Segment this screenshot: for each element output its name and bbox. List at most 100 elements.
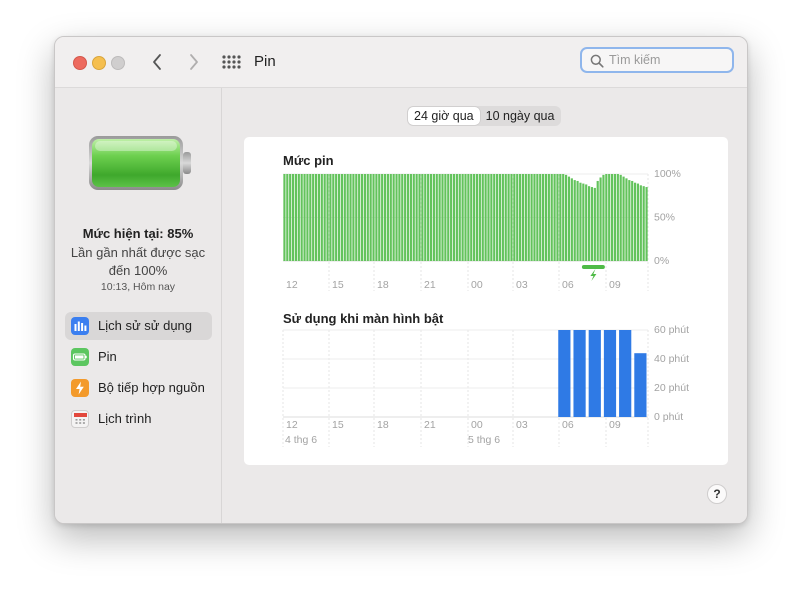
help-button[interactable]: ? [707,484,727,504]
usage-bar [619,330,632,417]
calendar-icon [71,410,89,428]
battery-bar [283,174,286,261]
battery-bar [450,174,453,261]
x-tick-label: 00 [471,279,483,291]
battery-bar [461,174,464,261]
battery-bar [421,174,424,261]
battery-bar [639,185,642,261]
battery-bar [487,174,490,261]
battery-bar [582,183,585,261]
sidebar-item-label: Lịch sử sử dụng [98,318,193,333]
show-all-button[interactable] [221,54,241,70]
x-tick-label: 18 [377,419,389,431]
forward-button[interactable] [182,50,204,74]
battery-bar [286,174,289,261]
battery-bar [300,174,303,261]
battery-bar [599,177,602,261]
battery-bar [590,187,594,261]
battery-bar [409,174,412,261]
battery-bar [596,180,599,261]
y-tick-label: 60 phút [654,324,689,336]
battery-bar [493,174,496,261]
battery-bar [464,174,467,261]
battery-bar [412,174,415,261]
battery-bar [636,183,640,261]
battery-bar [383,174,387,261]
tab-last-24-hours[interactable]: 24 giờ qua [408,107,480,125]
battery-bar [585,184,588,261]
battery-bar [401,174,404,261]
battery-bar [363,174,366,261]
chevron-right-icon [190,54,198,70]
battery-level-title: Mức pin [283,153,334,168]
back-button[interactable] [147,50,169,74]
battery-bar [530,174,533,261]
battery-bar [610,174,614,261]
battery-bar [329,174,332,261]
close-button[interactable] [73,56,87,70]
battery-bar [320,174,323,261]
battery-bar [337,174,341,261]
tab-last-10-days[interactable]: 10 ngày qua [480,107,561,125]
battery-bar [432,174,435,261]
battery-bar [516,174,519,261]
battery-bar [291,174,295,261]
battery-bar [309,174,312,261]
battery-bar [565,174,568,261]
zoom-button[interactable] [111,56,125,70]
grid-icon [222,55,241,69]
battery-bar [642,186,645,261]
search-field[interactable] [580,47,734,73]
battery-bar [306,174,309,261]
y-tick-label: 20 phút [654,382,689,394]
battery-bar [418,174,421,261]
sidebar-item-power-adapter[interactable]: Bộ tiếp hợp nguồn [65,374,212,402]
battery-bar [501,174,504,261]
sidebar-item-schedule[interactable]: Lịch trình [65,405,212,433]
x-tick-label: 06 [562,279,574,291]
battery-bar [452,174,456,261]
sidebar-item-label: Bộ tiếp hợp nguồn [98,380,205,395]
window-title: Pin [254,53,276,70]
battery-bar [314,174,318,261]
x-tick-label: 12 [286,419,298,431]
x-tick-label: 09 [609,419,621,431]
battery-bar [547,174,550,261]
battery-bar [455,174,458,261]
battery-bar [521,174,525,261]
sidebar: Mức hiện tại: 85% Lần gần nhất được sạc … [55,88,222,523]
charging-indicator [581,265,605,269]
battery-bar [438,174,441,261]
battery-bar [556,174,559,261]
battery-bar [326,174,329,261]
battery-bar [470,174,473,261]
battery-bar [570,178,573,261]
battery-bar [513,174,516,261]
battery-bar [519,174,522,261]
x-tick-label: 21 [424,419,436,431]
battery-bar [435,174,438,261]
battery-bar [593,187,596,261]
search-icon [590,54,604,68]
sidebar-item-battery[interactable]: Pin [65,343,212,371]
battery-bar [441,174,444,261]
battery-bar [496,174,499,261]
current-level-text: Mức hiện tại: 85% [82,226,194,241]
usage-bar [573,330,586,417]
battery-bar [404,174,407,261]
battery-bar [467,174,470,261]
battery-bar [458,174,461,261]
sidebar-item-usage-history[interactable]: Lịch sử sử dụng [65,312,212,340]
battery-bar [625,178,628,261]
x-tick-label: 15 [332,419,344,431]
battery-bar [608,174,611,261]
bar-chart-icon [71,317,89,335]
battery-bar [386,174,389,261]
battery-bar [507,174,510,261]
battery-bar [294,174,298,261]
battery-bar [360,174,364,261]
battery-bar [567,176,571,261]
battery-bar [346,174,349,261]
minimize-button[interactable] [92,56,106,70]
search-input[interactable] [609,51,727,69]
